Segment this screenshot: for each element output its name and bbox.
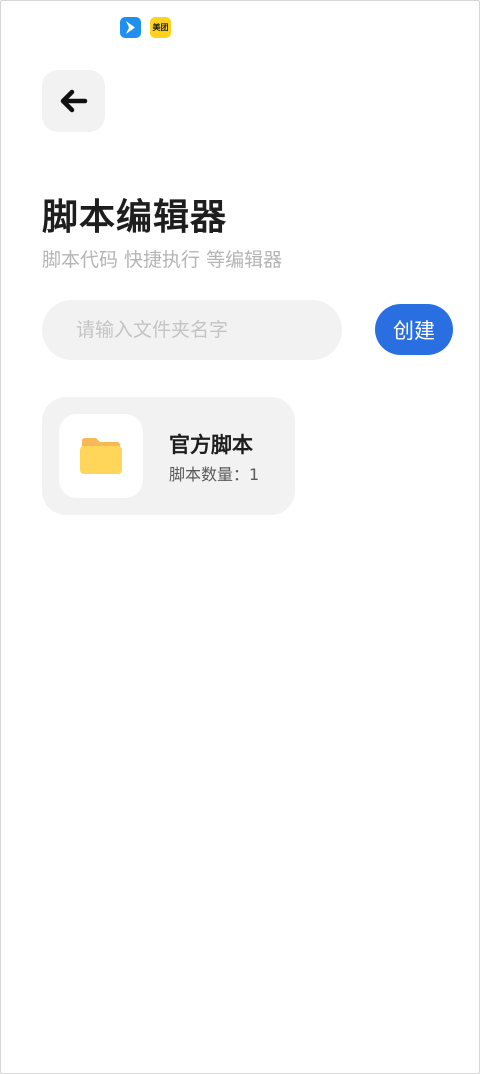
back-button[interactable]	[42, 70, 105, 132]
meituan-app-icon: 美团	[150, 17, 171, 38]
folder-name: 官方脚本	[169, 433, 253, 457]
screen-frame	[0, 0, 480, 1074]
folder-card[interactable]: 官方脚本 脚本数量：1	[42, 397, 295, 515]
folder-icon-container	[59, 414, 143, 498]
page-title: 脚本编辑器	[42, 197, 228, 238]
create-button[interactable]: 创建	[375, 304, 453, 355]
page-subtitle: 脚本代码 快捷执行 等编辑器	[42, 249, 283, 271]
folder-icon	[80, 438, 122, 474]
folder-name-input[interactable]	[42, 300, 342, 360]
meituan-app-label: 美团	[152, 23, 169, 32]
navigation-app-icon	[120, 17, 141, 38]
folder-script-count: 脚本数量：1	[169, 465, 260, 484]
status-bar: 美团	[0, 0, 480, 56]
arrow-left-icon	[60, 89, 87, 113]
